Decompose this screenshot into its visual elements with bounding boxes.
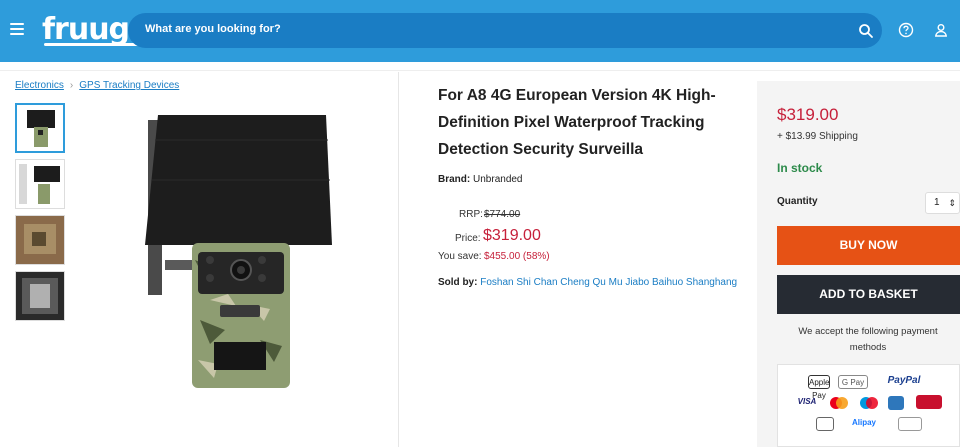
site-header: fruugo What are you looking for? (0, 0, 960, 62)
maestro-icon (860, 397, 878, 409)
breadcrumb-electronics[interactable]: Electronics (15, 80, 64, 91)
breadcrumb-gps-tracking[interactable]: GPS Tracking Devices (79, 80, 179, 91)
add-to-basket-button[interactable]: ADD TO BASKET (777, 275, 960, 314)
product-image (145, 115, 332, 388)
thumbnail-4[interactable] (15, 271, 65, 321)
amex-icon (888, 396, 904, 410)
brand-value: Unbranded (473, 174, 523, 185)
search-icon[interactable] (858, 23, 874, 39)
quantity-select[interactable]: 1 ⇕ (925, 192, 960, 214)
price-value: $319.00 (483, 227, 541, 244)
help-icon[interactable] (898, 22, 914, 38)
thumbnail-1[interactable] (15, 103, 65, 153)
search-bar[interactable]: What are you looking for? (128, 13, 882, 48)
quantity-value: 1 (934, 197, 940, 208)
jcb-icon (816, 417, 834, 431)
alipay-icon: Alipay (851, 418, 876, 427)
sold-by-label: Sold by: (438, 277, 478, 288)
discover-icon (898, 417, 922, 431)
product-title: For A8 4G European Version 4K High-Defin… (438, 87, 716, 158)
thumbnail-2[interactable] (15, 159, 65, 209)
buy-box: $319.00 + $13.99 Shipping In stock Quant… (757, 81, 960, 447)
buybox-price: $319.00 (777, 105, 839, 124)
save-value: $455.00 (58%) (484, 251, 550, 262)
brand-label: Brand: (438, 174, 471, 185)
brand-line: Brand: Unbranded (438, 174, 523, 185)
breadcrumb: Electronics › GPS Tracking Devices (15, 80, 179, 91)
menu-icon[interactable] (10, 23, 24, 37)
column-divider (398, 72, 399, 447)
seller-link[interactable]: Foshan Shi Chan Cheng Qu Mu Jiabo Baihuo… (480, 277, 737, 288)
payment-methods: Apple Pay G Pay PayPal VISA Alipay (777, 364, 960, 447)
seller-line: Sold by: Foshan Shi Chan Cheng Qu Mu Jia… (438, 277, 737, 288)
payment-accept-text: We accept the following payment methods (798, 326, 938, 353)
apple-pay-icon: Apple Pay (808, 375, 830, 400)
save-label: You save: (438, 251, 482, 262)
header-divider (0, 70, 960, 71)
chevron-right-icon: › (69, 80, 74, 91)
visa-icon: VISA (797, 397, 817, 406)
paypal-icon: PayPal (887, 375, 921, 386)
shipping-cost: + $13.99 Shipping (777, 131, 858, 142)
stock-status: In stock (777, 161, 823, 175)
search-input[interactable]: What are you looking for? (145, 23, 281, 35)
buy-now-button[interactable]: BUY NOW (777, 226, 960, 265)
thumbnail-3[interactable] (15, 215, 65, 265)
unionpay-icon (916, 395, 942, 409)
google-pay-icon: G Pay (838, 375, 868, 389)
mastercard-icon (830, 397, 848, 409)
rrp-value: $774.00 (484, 209, 521, 220)
price-label: Price: (455, 233, 481, 244)
rrp-label: RRP: (459, 209, 483, 220)
quantity-label: Quantity (777, 196, 818, 207)
account-icon[interactable] (933, 22, 949, 38)
chevron-updown-icon: ⇕ (948, 198, 956, 208)
